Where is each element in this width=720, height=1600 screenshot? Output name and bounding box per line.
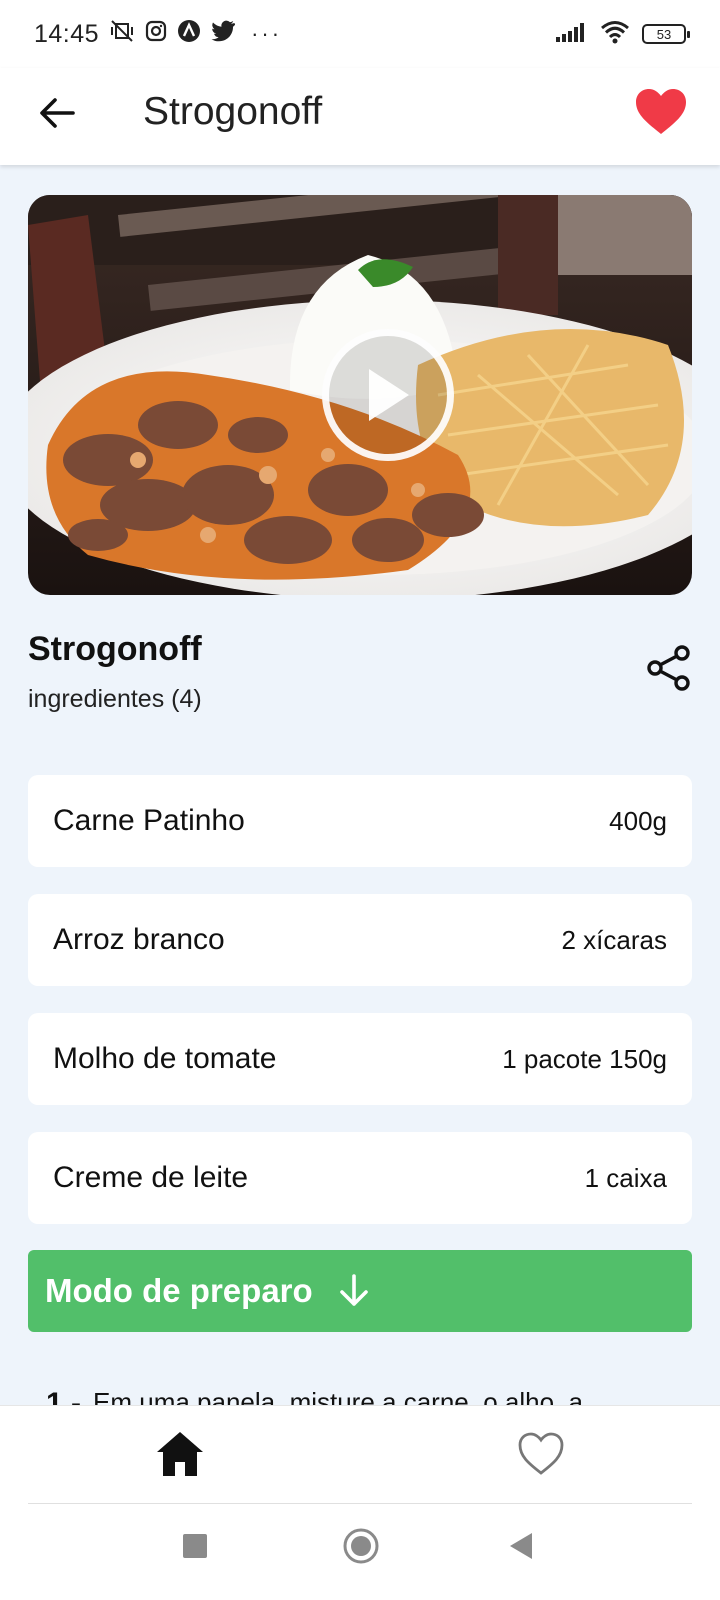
play-button[interactable]: [322, 329, 454, 461]
system-back-button[interactable]: [508, 1531, 534, 1566]
ingredient-name: Carne Patinho: [53, 804, 245, 837]
twitter-icon: [211, 20, 236, 49]
divider: [28, 1503, 692, 1504]
status-left: 14:45 ···: [34, 18, 282, 51]
app-icon: [177, 19, 201, 50]
vibrate-off-icon: [109, 18, 135, 51]
more-notifications-icon: ···: [251, 21, 283, 46]
ingredient-item: Arroz branco 2 xícaras: [28, 894, 692, 986]
share-button[interactable]: [646, 645, 692, 691]
page-title: Strogonoff: [143, 90, 323, 133]
ingredient-name: Molho de tomate: [53, 1042, 277, 1075]
recents-button[interactable]: [182, 1533, 208, 1564]
ingredient-list: Carne Patinho 400g Arroz branco 2 xícara…: [28, 775, 692, 1251]
circle-icon: [343, 1528, 379, 1564]
step-text: Em uma panela, misture a carne, o alho, …: [93, 1387, 583, 1405]
prep-step: 1 - Em uma panela, misture a carne, o al…: [46, 1387, 583, 1405]
nav-home[interactable]: [155, 1430, 205, 1478]
battery-level: 53: [656, 26, 672, 42]
instagram-icon: [145, 20, 167, 49]
ingredient-item: Creme de leite 1 caixa: [28, 1132, 692, 1224]
ingredient-item: Carne Patinho 400g: [28, 775, 692, 867]
ingredient-quantity: 2 xícaras: [561, 924, 668, 955]
triangle-left-icon: [510, 1533, 532, 1559]
status-right: 53: [556, 20, 690, 49]
prep-mode-button[interactable]: Modo de preparo: [28, 1250, 692, 1332]
home-button[interactable]: [342, 1527, 380, 1570]
status-time: 14:45: [34, 19, 100, 48]
back-button[interactable]: [36, 92, 78, 134]
ingredient-name: Creme de leite: [53, 1161, 249, 1194]
ingredient-quantity: 400g: [609, 805, 667, 836]
play-icon: [369, 369, 409, 421]
ingredient-item: Molho de tomate 1 pacote 150g: [28, 1013, 692, 1105]
app-bar: Strogonoff: [0, 68, 720, 165]
battery-icon: 53: [642, 24, 690, 44]
share-icon: [647, 645, 690, 691]
home-icon: [157, 1432, 203, 1476]
ingredient-quantity: 1 pacote 150g: [502, 1043, 667, 1074]
ingredient-count: ingredientes (4): [28, 685, 202, 713]
system-nav: [0, 1503, 720, 1600]
ingredient-quantity: 1 caixa: [584, 1162, 667, 1193]
signal-icon: [556, 22, 588, 47]
square-icon: [183, 1534, 207, 1558]
step-number: 1 -: [46, 1387, 82, 1405]
ingredient-name: Arroz branco: [53, 923, 225, 956]
content: Strogonoff ingredientes (4) Carne Patinh…: [0, 165, 720, 1405]
heart-outline-icon: [518, 1432, 564, 1475]
arrow-down-icon: [339, 1274, 368, 1306]
heart-icon: [636, 89, 686, 134]
nav-favorites[interactable]: [518, 1432, 564, 1476]
arrow-left-icon: [40, 98, 75, 128]
recipe-title: Strogonoff: [28, 630, 202, 668]
wifi-icon: [600, 20, 630, 49]
screen: 14:45 ··· 53 Strogonoff Strogonoff ingre…: [0, 0, 720, 1600]
status-bar: 14:45 ··· 53: [0, 0, 720, 68]
favorite-button[interactable]: [634, 88, 688, 138]
bottom-nav: [0, 1405, 720, 1503]
prep-mode-label: Modo de preparo: [45, 1272, 313, 1309]
recipe-video-thumbnail[interactable]: [28, 195, 692, 595]
